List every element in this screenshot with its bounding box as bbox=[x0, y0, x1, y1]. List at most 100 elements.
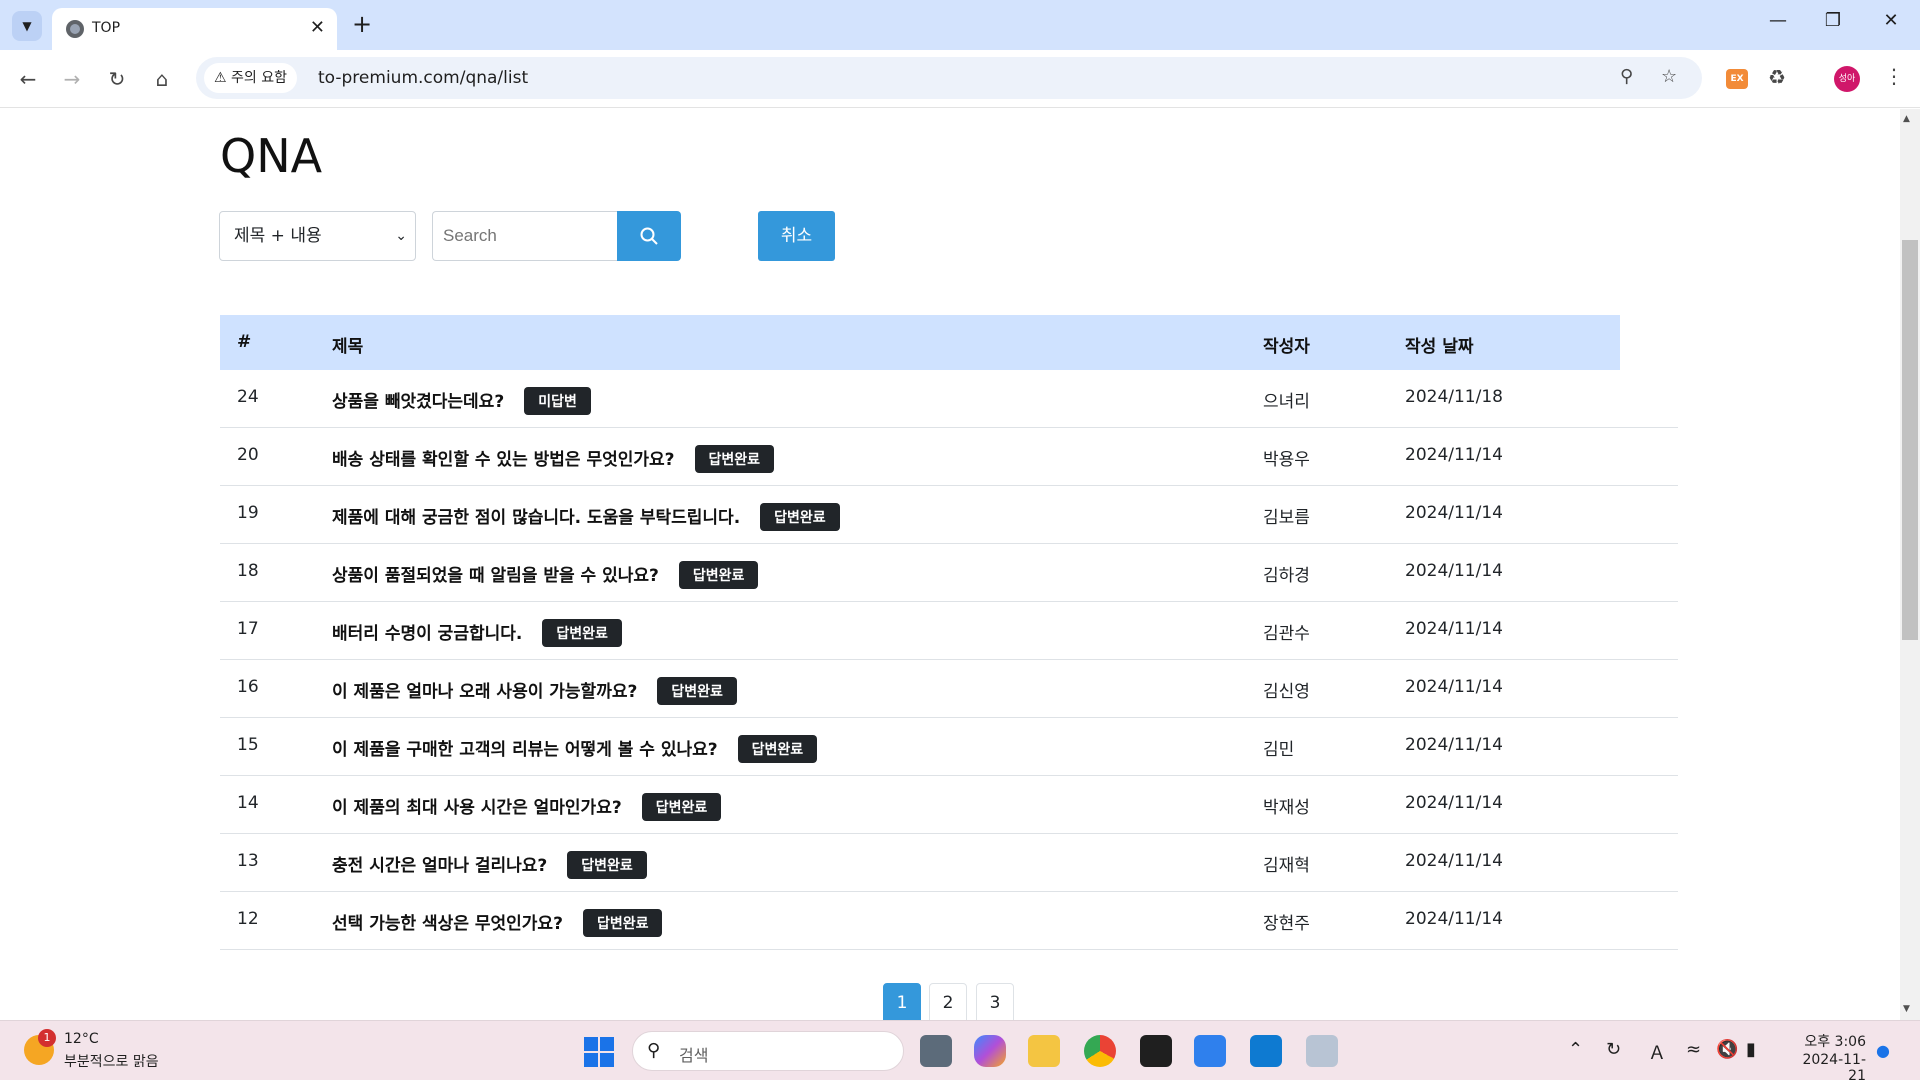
weather-temperature[interactable]: 12°C bbox=[64, 1031, 99, 1047]
vscode-icon[interactable] bbox=[1250, 1035, 1282, 1067]
extensions-puzzle-icon[interactable]: ♻ bbox=[1768, 65, 1786, 89]
status-badge: 답변완료 bbox=[694, 445, 775, 473]
back-icon[interactable]: ← bbox=[15, 66, 41, 92]
security-chip[interactable]: ⚠ 주의 요함 bbox=[204, 63, 297, 93]
table-row[interactable]: 12 선택 가능한 색상은 무엇인가요? 답변완료 장현주 2024/11/14 bbox=[220, 892, 1678, 950]
row-date: 2024/11/14 bbox=[1405, 445, 1503, 465]
sync-icon[interactable]: ↻ bbox=[1606, 1039, 1621, 1060]
battery-icon[interactable]: ▮ bbox=[1746, 1039, 1756, 1060]
table-row[interactable]: 18 상품이 품절되었을 때 알림을 받을 수 있나요? 답변완료 김하경 202… bbox=[220, 544, 1678, 602]
row-title-link[interactable]: 선택 가능한 색상은 무엇인가요? 답변완료 bbox=[332, 909, 663, 938]
notification-bell-icon[interactable]: ● bbox=[1876, 1041, 1890, 1060]
tab-strip: ▼ TOP ✕ + — ❐ ✕ bbox=[0, 0, 1920, 50]
row-title-text: 선택 가능한 색상은 무엇인가요? bbox=[332, 914, 563, 934]
cancel-button[interactable]: 취소 bbox=[758, 211, 835, 261]
url-text[interactable]: to-premium.com/qna/list bbox=[318, 68, 528, 88]
row-writer: 김관수 bbox=[1263, 624, 1310, 644]
new-tab-button[interactable]: + bbox=[352, 10, 372, 38]
page-viewport: QNA 제목 + 내용 ⌄ 취소 # 제목 작성자 작성 날짜 24 상품을 빼… bbox=[0, 109, 1900, 1020]
search-button[interactable] bbox=[617, 211, 681, 261]
bookmark-star-icon[interactable]: ☆ bbox=[1661, 66, 1677, 87]
zoom-icon[interactable]: ⚲ bbox=[1620, 66, 1633, 87]
status-badge: 답변완료 bbox=[567, 851, 647, 879]
sticky-notes-icon[interactable] bbox=[1140, 1035, 1172, 1067]
chrome-icon[interactable] bbox=[1084, 1035, 1116, 1067]
reload-icon[interactable]: ↻ bbox=[104, 66, 130, 92]
row-writer: 김신영 bbox=[1263, 682, 1310, 702]
table-row[interactable]: 16 이 제품은 얼마나 오래 사용이 가능할까요? 답변완료 김신영 2024/… bbox=[220, 660, 1678, 718]
row-title-text: 배터리 수명이 궁금합니다. bbox=[332, 624, 523, 644]
active-tab[interactable]: TOP ✕ bbox=[52, 8, 337, 50]
row-title-link[interactable]: 충전 시간은 얼마나 걸리나요? 답변완료 bbox=[332, 851, 647, 880]
table-row[interactable]: 24 상품을 빼앗겼다는데요? 미답변 으녀리 2024/11/18 bbox=[220, 370, 1678, 428]
table-row[interactable]: 15 이 제품을 구매한 고객의 리뷰는 어떻게 볼 수 있나요? 답변완료 김민… bbox=[220, 718, 1678, 776]
chevron-down-icon: ⌄ bbox=[395, 228, 407, 244]
pagination-page-3[interactable]: 3 bbox=[976, 983, 1014, 1020]
clock-time[interactable]: 오후 3:06 bbox=[1800, 1031, 1866, 1051]
row-number: 20 bbox=[237, 445, 259, 465]
table-row[interactable]: 13 충전 시간은 얼마나 걸리나요? 답변완료 김재혁 2024/11/14 bbox=[220, 834, 1678, 892]
row-title-text: 이 제품은 얼마나 오래 사용이 가능할까요? bbox=[332, 682, 638, 702]
row-date: 2024/11/14 bbox=[1405, 909, 1503, 929]
row-title-link[interactable]: 제품에 대해 궁금한 점이 많습니다. 도움을 부탁드립니다. 답변완료 bbox=[332, 503, 840, 532]
security-app-icon[interactable] bbox=[1306, 1035, 1338, 1067]
row-title-link[interactable]: 이 제품을 구매한 고객의 리뷰는 어떻게 볼 수 있나요? 답변완료 bbox=[332, 735, 818, 764]
row-title-link[interactable]: 이 제품의 최대 사용 시간은 얼마인가요? 답변완료 bbox=[332, 793, 722, 822]
row-number: 17 bbox=[237, 619, 259, 639]
start-windows-icon[interactable] bbox=[584, 1037, 614, 1067]
table-row[interactable]: 19 제품에 대해 궁금한 점이 많습니다. 도움을 부탁드립니다. 답변완료 김… bbox=[220, 486, 1678, 544]
row-title-link[interactable]: 이 제품은 얼마나 오래 사용이 가능할까요? 답변완료 bbox=[332, 677, 737, 706]
extension-ex-icon[interactable]: EX bbox=[1726, 69, 1748, 89]
more-menu-icon[interactable]: ⋮ bbox=[1884, 64, 1904, 88]
scroll-up-arrow-icon[interactable]: ▲ bbox=[1903, 114, 1910, 124]
security-label: 주의 요함 bbox=[231, 70, 287, 86]
table-row[interactable]: 14 이 제품의 최대 사용 시간은 얼마인가요? 답변완료 박재성 2024/1… bbox=[220, 776, 1678, 834]
home-icon[interactable]: ⌂ bbox=[149, 66, 175, 92]
row-number: 14 bbox=[237, 793, 259, 813]
ime-icon[interactable]: Ａ bbox=[1648, 1039, 1666, 1065]
copilot-icon[interactable] bbox=[974, 1035, 1006, 1067]
restore-icon[interactable]: ❐ bbox=[1813, 10, 1853, 31]
weather-description[interactable]: 부분적으로 맑음 bbox=[64, 1051, 159, 1071]
row-title-link[interactable]: 배터리 수명이 궁금합니다. 답변완료 bbox=[332, 619, 622, 648]
row-title-text: 이 제품의 최대 사용 시간은 얼마인가요? bbox=[332, 798, 622, 818]
status-badge: 답변완료 bbox=[760, 503, 840, 531]
table-row[interactable]: 20 배송 상태를 확인할 수 있는 방법은 무엇인가요? 답변완료 박용우 20… bbox=[220, 428, 1678, 486]
windows-taskbar: 1 12°C 부분적으로 맑음 ⚲ 검색 ⌃ ↻ Ａ ≈ 🔇 ▮ 오후 3:06… bbox=[0, 1020, 1920, 1084]
row-date: 2024/11/14 bbox=[1405, 503, 1503, 523]
task-view-icon[interactable] bbox=[920, 1035, 952, 1067]
search-input[interactable] bbox=[432, 211, 618, 261]
forward-icon[interactable]: → bbox=[59, 66, 85, 92]
row-title-link[interactable]: 상품이 품절되었을 때 알림을 받을 수 있나요? 답변완료 bbox=[332, 561, 759, 590]
warning-icon: ⚠ bbox=[214, 70, 227, 86]
status-badge: 답변완료 bbox=[542, 619, 622, 647]
clock-date[interactable]: 2024-11-21 bbox=[1786, 1052, 1866, 1084]
tray-overflow-chevron-icon[interactable]: ⌃ bbox=[1568, 1039, 1583, 1060]
profile-avatar[interactable]: 성아 bbox=[1834, 66, 1860, 92]
row-title-link[interactable]: 상품을 빼앗겼다는데요? 미답변 bbox=[332, 387, 591, 416]
search-scope-select[interactable]: 제목 + 내용 ⌄ bbox=[219, 211, 416, 261]
status-badge: 답변완료 bbox=[657, 677, 737, 705]
wifi-icon[interactable]: ≈ bbox=[1686, 1039, 1701, 1060]
scrollbar-thumb[interactable] bbox=[1902, 240, 1918, 640]
taskbar-search[interactable]: ⚲ 검색 bbox=[632, 1031, 904, 1071]
row-number: 18 bbox=[237, 561, 259, 581]
search-scope-value: 제목 + 내용 bbox=[234, 226, 322, 246]
row-title-link[interactable]: 배송 상태를 확인할 수 있는 방법은 무엇인가요? 답변완료 bbox=[332, 445, 775, 474]
weather-notification-badge: 1 bbox=[38, 1029, 56, 1047]
file-explorer-icon[interactable] bbox=[1028, 1035, 1060, 1067]
window-close-icon[interactable]: ✕ bbox=[1871, 10, 1911, 31]
row-number: 19 bbox=[237, 503, 259, 523]
row-date: 2024/11/18 bbox=[1405, 387, 1503, 407]
minimize-icon[interactable]: — bbox=[1758, 10, 1798, 31]
tab-search-button[interactable]: ▼ bbox=[12, 11, 42, 41]
pagination-page-1[interactable]: 1 bbox=[883, 983, 921, 1020]
pagination-page-2[interactable]: 2 bbox=[929, 983, 967, 1020]
row-number: 13 bbox=[237, 851, 259, 871]
address-bar[interactable]: ⚠ 주의 요함 to-premium.com/qna/list ⚲ ☆ bbox=[196, 57, 1702, 99]
scroll-down-arrow-icon[interactable]: ▼ bbox=[1903, 1004, 1910, 1014]
tab-close-icon[interactable]: ✕ bbox=[310, 17, 325, 38]
table-row[interactable]: 17 배터리 수명이 궁금합니다. 답변완료 김관수 2024/11/14 bbox=[220, 602, 1678, 660]
volume-muted-icon[interactable]: 🔇 bbox=[1716, 1039, 1738, 1060]
notepad-icon[interactable] bbox=[1194, 1035, 1226, 1067]
